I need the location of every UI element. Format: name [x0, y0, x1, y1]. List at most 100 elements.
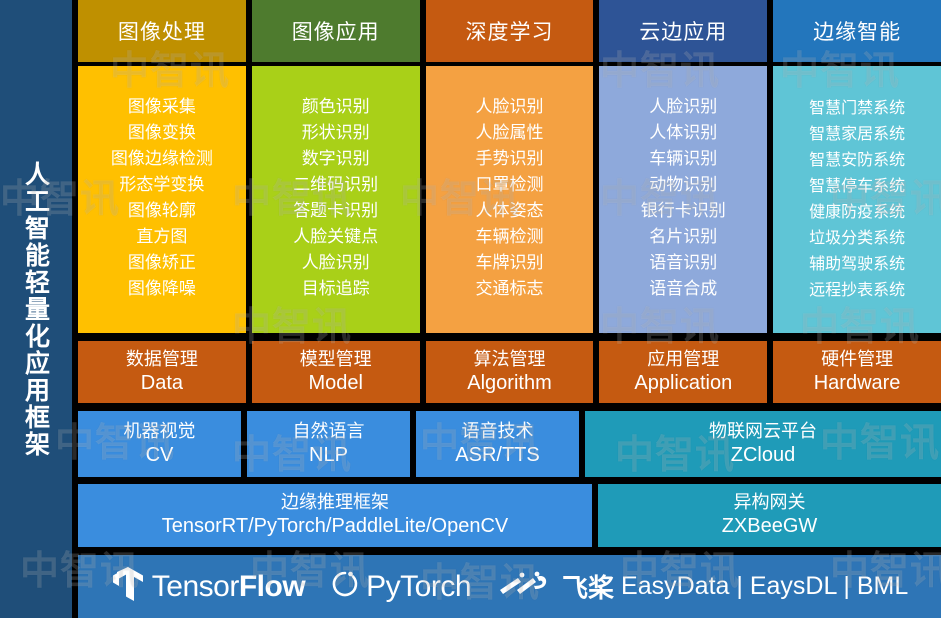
column-image-processing: 图像处理 图像采集 图像变换 图像边缘检测 形态学变换 图像轮廓 直方图 图像矫…	[78, 0, 246, 333]
tensorflow-icon	[111, 565, 145, 608]
technology-label-en: ASR/TTS	[455, 443, 540, 466]
list-item[interactable]: 语音识别	[649, 251, 717, 276]
technology-label-cn: 机器视觉	[123, 420, 196, 442]
list-item[interactable]: 辅助驾驶系统	[809, 251, 905, 276]
management-cell-application[interactable]: 应用管理 Application	[599, 341, 768, 403]
list-item[interactable]: 直方图	[136, 225, 187, 250]
management-label-en: Hardware	[813, 372, 901, 394]
management-label-cn: 数据管理	[125, 349, 198, 370]
technology-label-en: CV	[145, 443, 174, 466]
technology-label-cn: 语音技术	[461, 420, 534, 442]
technology-label-en: ZCloud	[730, 443, 796, 466]
list-item[interactable]: 图像变换	[128, 121, 196, 146]
column-header-image-application[interactable]: 图像应用	[251, 0, 420, 62]
list-item[interactable]: 交通标志	[475, 277, 543, 302]
framework-row: 边缘推理框架 TensorRT/PyTorch/PaddleLite/OpenC…	[78, 484, 941, 547]
framework-label-en: ZXBeeGW	[721, 515, 818, 537]
list-item[interactable]: 人体识别	[649, 121, 717, 146]
management-label-cn: 算法管理	[473, 349, 546, 370]
management-label-en: Model	[308, 372, 363, 394]
pytorch-label: PyTorch	[366, 569, 472, 603]
list-item[interactable]: 智慧家居系统	[809, 121, 905, 146]
column-deep-learning: 深度学习 人脸识别 人脸属性 手势识别 口罩检测 人体姿态 车辆检测 车牌识别 …	[425, 0, 594, 333]
technology-label-cn: 自然语言	[292, 420, 365, 442]
management-label-en: Algorithm	[467, 372, 552, 394]
column-body-deep-learning: 人脸识别 人脸属性 手势识别 口罩检测 人体姿态 车辆检测 车牌识别 交通标志	[425, 66, 594, 333]
list-item[interactable]: 图像轮廓	[128, 199, 196, 224]
column-body-edge-intelligence: 智慧门禁系统 智慧家居系统 智慧安防系统 智慧停车系统 健康防疫系统 垃圾分类系…	[773, 66, 941, 333]
list-item[interactable]: 人脸识别	[475, 95, 543, 120]
sidebar-title: 人工智能轻量化应用框架	[21, 160, 51, 458]
list-item[interactable]: 口罩检测	[475, 173, 543, 198]
list-item[interactable]: 二维码识别	[293, 173, 378, 198]
framework-cell-edge-inference[interactable]: 边缘推理框架 TensorRT/PyTorch/PaddleLite/OpenC…	[78, 484, 592, 547]
column-body-image-application: 颜色识别 形状识别 数字识别 二维码识别 答题卡识别 人脸关键点 人脸识别 目标…	[251, 66, 420, 333]
list-item[interactable]: 颜色识别	[302, 95, 370, 120]
column-header-deep-learning[interactable]: 深度学习	[425, 0, 594, 62]
list-item[interactable]: 人脸关键点	[293, 225, 378, 250]
list-item[interactable]: 垃圾分类系统	[809, 225, 905, 250]
logo-bar: TensorFlow PyTorch 飞桨 EasyData | EaysDL …	[78, 555, 941, 618]
list-item[interactable]: 人脸识别	[649, 95, 717, 120]
list-item[interactable]: 人体姿态	[475, 199, 543, 224]
column-body-cloud-edge-application: 人脸识别 人体识别 车辆识别 动物识别 银行卡识别 名片识别 语音识别 语音合成	[599, 66, 768, 333]
management-label-cn: 应用管理	[647, 349, 720, 370]
list-item[interactable]: 手势识别	[475, 147, 543, 172]
technology-cell-nlp[interactable]: 自然语言 NLP	[247, 411, 410, 477]
management-cell-algorithm[interactable]: 算法管理 Algorithm	[425, 341, 594, 403]
technology-row: 机器视觉 CV 自然语言 NLP 语音技术 ASR/TTS 物联网云平台 ZCl…	[78, 411, 941, 477]
technology-cell-asr-tts[interactable]: 语音技术 ASR/TTS	[416, 411, 579, 477]
list-item[interactable]: 名片识别	[649, 225, 717, 250]
list-item[interactable]: 目标追踪	[302, 277, 370, 302]
management-cell-hardware[interactable]: 硬件管理 Hardware	[773, 341, 941, 403]
list-item[interactable]: 远程抄表系统	[809, 277, 905, 302]
list-item[interactable]: 健康防疫系统	[809, 199, 905, 224]
management-label-cn: 模型管理	[299, 349, 372, 370]
framework-label-cn: 边缘推理框架	[281, 492, 389, 513]
list-item[interactable]: 智慧门禁系统	[809, 95, 905, 120]
list-item[interactable]: 人脸识别	[302, 251, 370, 276]
logo-tensorflow[interactable]: TensorFlow	[111, 565, 306, 608]
column-image-application: 图像应用 颜色识别 形状识别 数字识别 二维码识别 答题卡识别 人脸关键点 人脸…	[251, 0, 420, 333]
list-item[interactable]: 动物识别	[649, 173, 717, 198]
column-edge-intelligence: 边缘智能 智慧门禁系统 智慧家居系统 智慧安防系统 智慧停车系统 健康防疫系统 …	[773, 0, 941, 333]
list-item[interactable]: 智慧停车系统	[809, 173, 905, 198]
list-item[interactable]: 图像矫正	[128, 251, 196, 276]
list-item[interactable]: 图像降噪	[128, 277, 196, 302]
list-item[interactable]: 形状识别	[302, 121, 370, 146]
logo-pytorch[interactable]: PyTorch	[331, 568, 472, 605]
list-item[interactable]: 图像边缘检测	[111, 147, 213, 172]
list-item[interactable]: 智慧安防系统	[809, 147, 905, 172]
column-header-image-processing[interactable]: 图像处理	[78, 0, 246, 62]
management-row: 数据管理 Data 模型管理 Model 算法管理 Algorithm 应用管理…	[78, 341, 941, 403]
management-cell-model[interactable]: 模型管理 Model	[251, 341, 420, 403]
framework-label-cn: 异构网关	[733, 492, 806, 513]
diagram-stage: 图像处理 图像采集 图像变换 图像边缘检测 形态学变换 图像轮廓 直方图 图像矫…	[78, 0, 941, 618]
list-item[interactable]: 车辆识别	[649, 147, 717, 172]
technology-cell-cv[interactable]: 机器视觉 CV	[78, 411, 241, 477]
list-item[interactable]: 形态学变换	[119, 173, 204, 198]
paddlepaddle-icon	[497, 569, 555, 604]
list-item[interactable]: 图像采集	[128, 95, 196, 120]
technology-cell-zcloud[interactable]: 物联网云平台 ZCloud	[585, 411, 941, 477]
framework-label-en: TensorRT/PyTorch/PaddleLite/OpenCV	[161, 515, 509, 537]
list-item[interactable]: 银行卡识别	[641, 199, 726, 224]
list-item[interactable]: 语音合成	[649, 277, 717, 302]
column-header-cloud-edge-application[interactable]: 云边应用	[599, 0, 768, 62]
list-item[interactable]: 答题卡识别	[293, 199, 378, 224]
framework-cell-gateway[interactable]: 异构网关 ZXBeeGW	[598, 484, 941, 547]
column-header-edge-intelligence[interactable]: 边缘智能	[773, 0, 941, 62]
paddlepaddle-label-cn: 飞桨	[562, 574, 615, 604]
list-item[interactable]: 数字识别	[302, 147, 370, 172]
logo-paddlepaddle[interactable]: 飞桨 EasyData | EaysDL | BML	[497, 568, 908, 605]
management-cell-data[interactable]: 数据管理 Data	[78, 341, 246, 403]
technology-label-en: NLP	[309, 443, 348, 466]
technology-label-cn: 物联网云平台	[709, 420, 817, 442]
management-label-en: Application	[634, 372, 733, 394]
list-item[interactable]: 车辆检测	[475, 225, 543, 250]
list-item[interactable]: 车牌识别	[475, 251, 543, 276]
list-item[interactable]: 人脸属性	[475, 121, 543, 146]
column-cloud-edge-application: 云边应用 人脸识别 人体识别 车辆识别 动物识别 银行卡识别 名片识别 语音识别…	[599, 0, 768, 333]
column-body-image-processing: 图像采集 图像变换 图像边缘检测 形态学变换 图像轮廓 直方图 图像矫正 图像降…	[78, 66, 246, 333]
pytorch-icon	[331, 568, 359, 605]
